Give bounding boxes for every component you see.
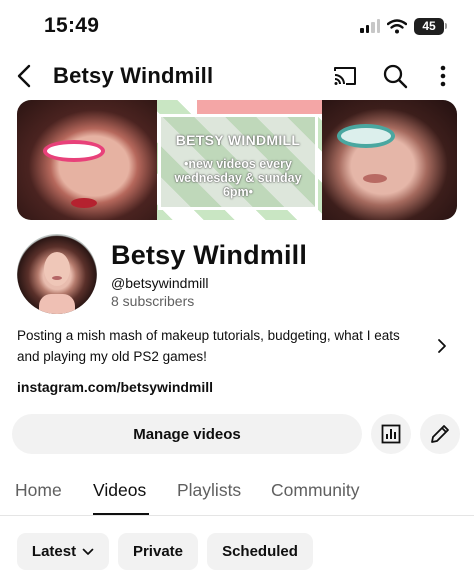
chip-private[interactable]: Private — [118, 533, 198, 570]
channel-name: Betsy Windmill — [111, 240, 308, 270]
app-header: Betsy Windmill — [0, 52, 474, 100]
cellular-signal-icon — [360, 19, 380, 33]
channel-link[interactable]: instagram.com/betsywindmill — [17, 379, 213, 395]
battery-icon: 45 — [414, 17, 447, 35]
wifi-icon — [387, 18, 407, 33]
more-vertical-icon[interactable] — [431, 63, 455, 89]
tab-playlists[interactable]: Playlists — [177, 480, 241, 501]
status-icons: 45 — [360, 17, 447, 35]
pencil-icon — [431, 425, 449, 443]
bar-chart-icon — [381, 424, 401, 444]
status-bar: 15:49 45 — [0, 0, 474, 52]
tab-community[interactable]: Community — [271, 480, 360, 501]
channel-tabs: Home Videos Playlists Community — [0, 470, 474, 516]
back-icon[interactable] — [12, 63, 38, 89]
tab-videos[interactable]: Videos — [93, 480, 146, 501]
subscriber-count: 8 subscribers — [111, 293, 195, 309]
header-title: Betsy Windmill — [53, 63, 214, 88]
cast-icon[interactable] — [331, 63, 359, 89]
active-tab-indicator — [93, 513, 149, 515]
channel-description[interactable]: Posting a mish mash of makeup tutorials,… — [17, 325, 427, 367]
banner-photo-right — [322, 100, 457, 220]
channel-banner: BETSY WINDMILL •new videos every wednesd… — [17, 100, 457, 220]
chevron-down-icon — [82, 548, 94, 555]
banner-subtitle: •new videos every wednesday & sunday 6pm… — [174, 157, 302, 199]
edit-channel-button[interactable] — [420, 414, 460, 454]
channel-handle: @betsywindmill — [111, 275, 209, 291]
chip-scheduled[interactable]: Scheduled — [207, 533, 313, 570]
analytics-button[interactable] — [371, 414, 411, 454]
chip-latest[interactable]: Latest — [17, 533, 109, 570]
status-time: 15:49 — [44, 14, 100, 37]
manage-videos-button[interactable]: Manage videos — [12, 414, 362, 454]
tab-home[interactable]: Home — [15, 480, 62, 501]
banner-title: BETSY WINDMILL — [175, 132, 301, 148]
avatar[interactable] — [17, 234, 97, 314]
chevron-right-icon[interactable] — [433, 336, 451, 356]
search-icon[interactable] — [381, 62, 409, 90]
